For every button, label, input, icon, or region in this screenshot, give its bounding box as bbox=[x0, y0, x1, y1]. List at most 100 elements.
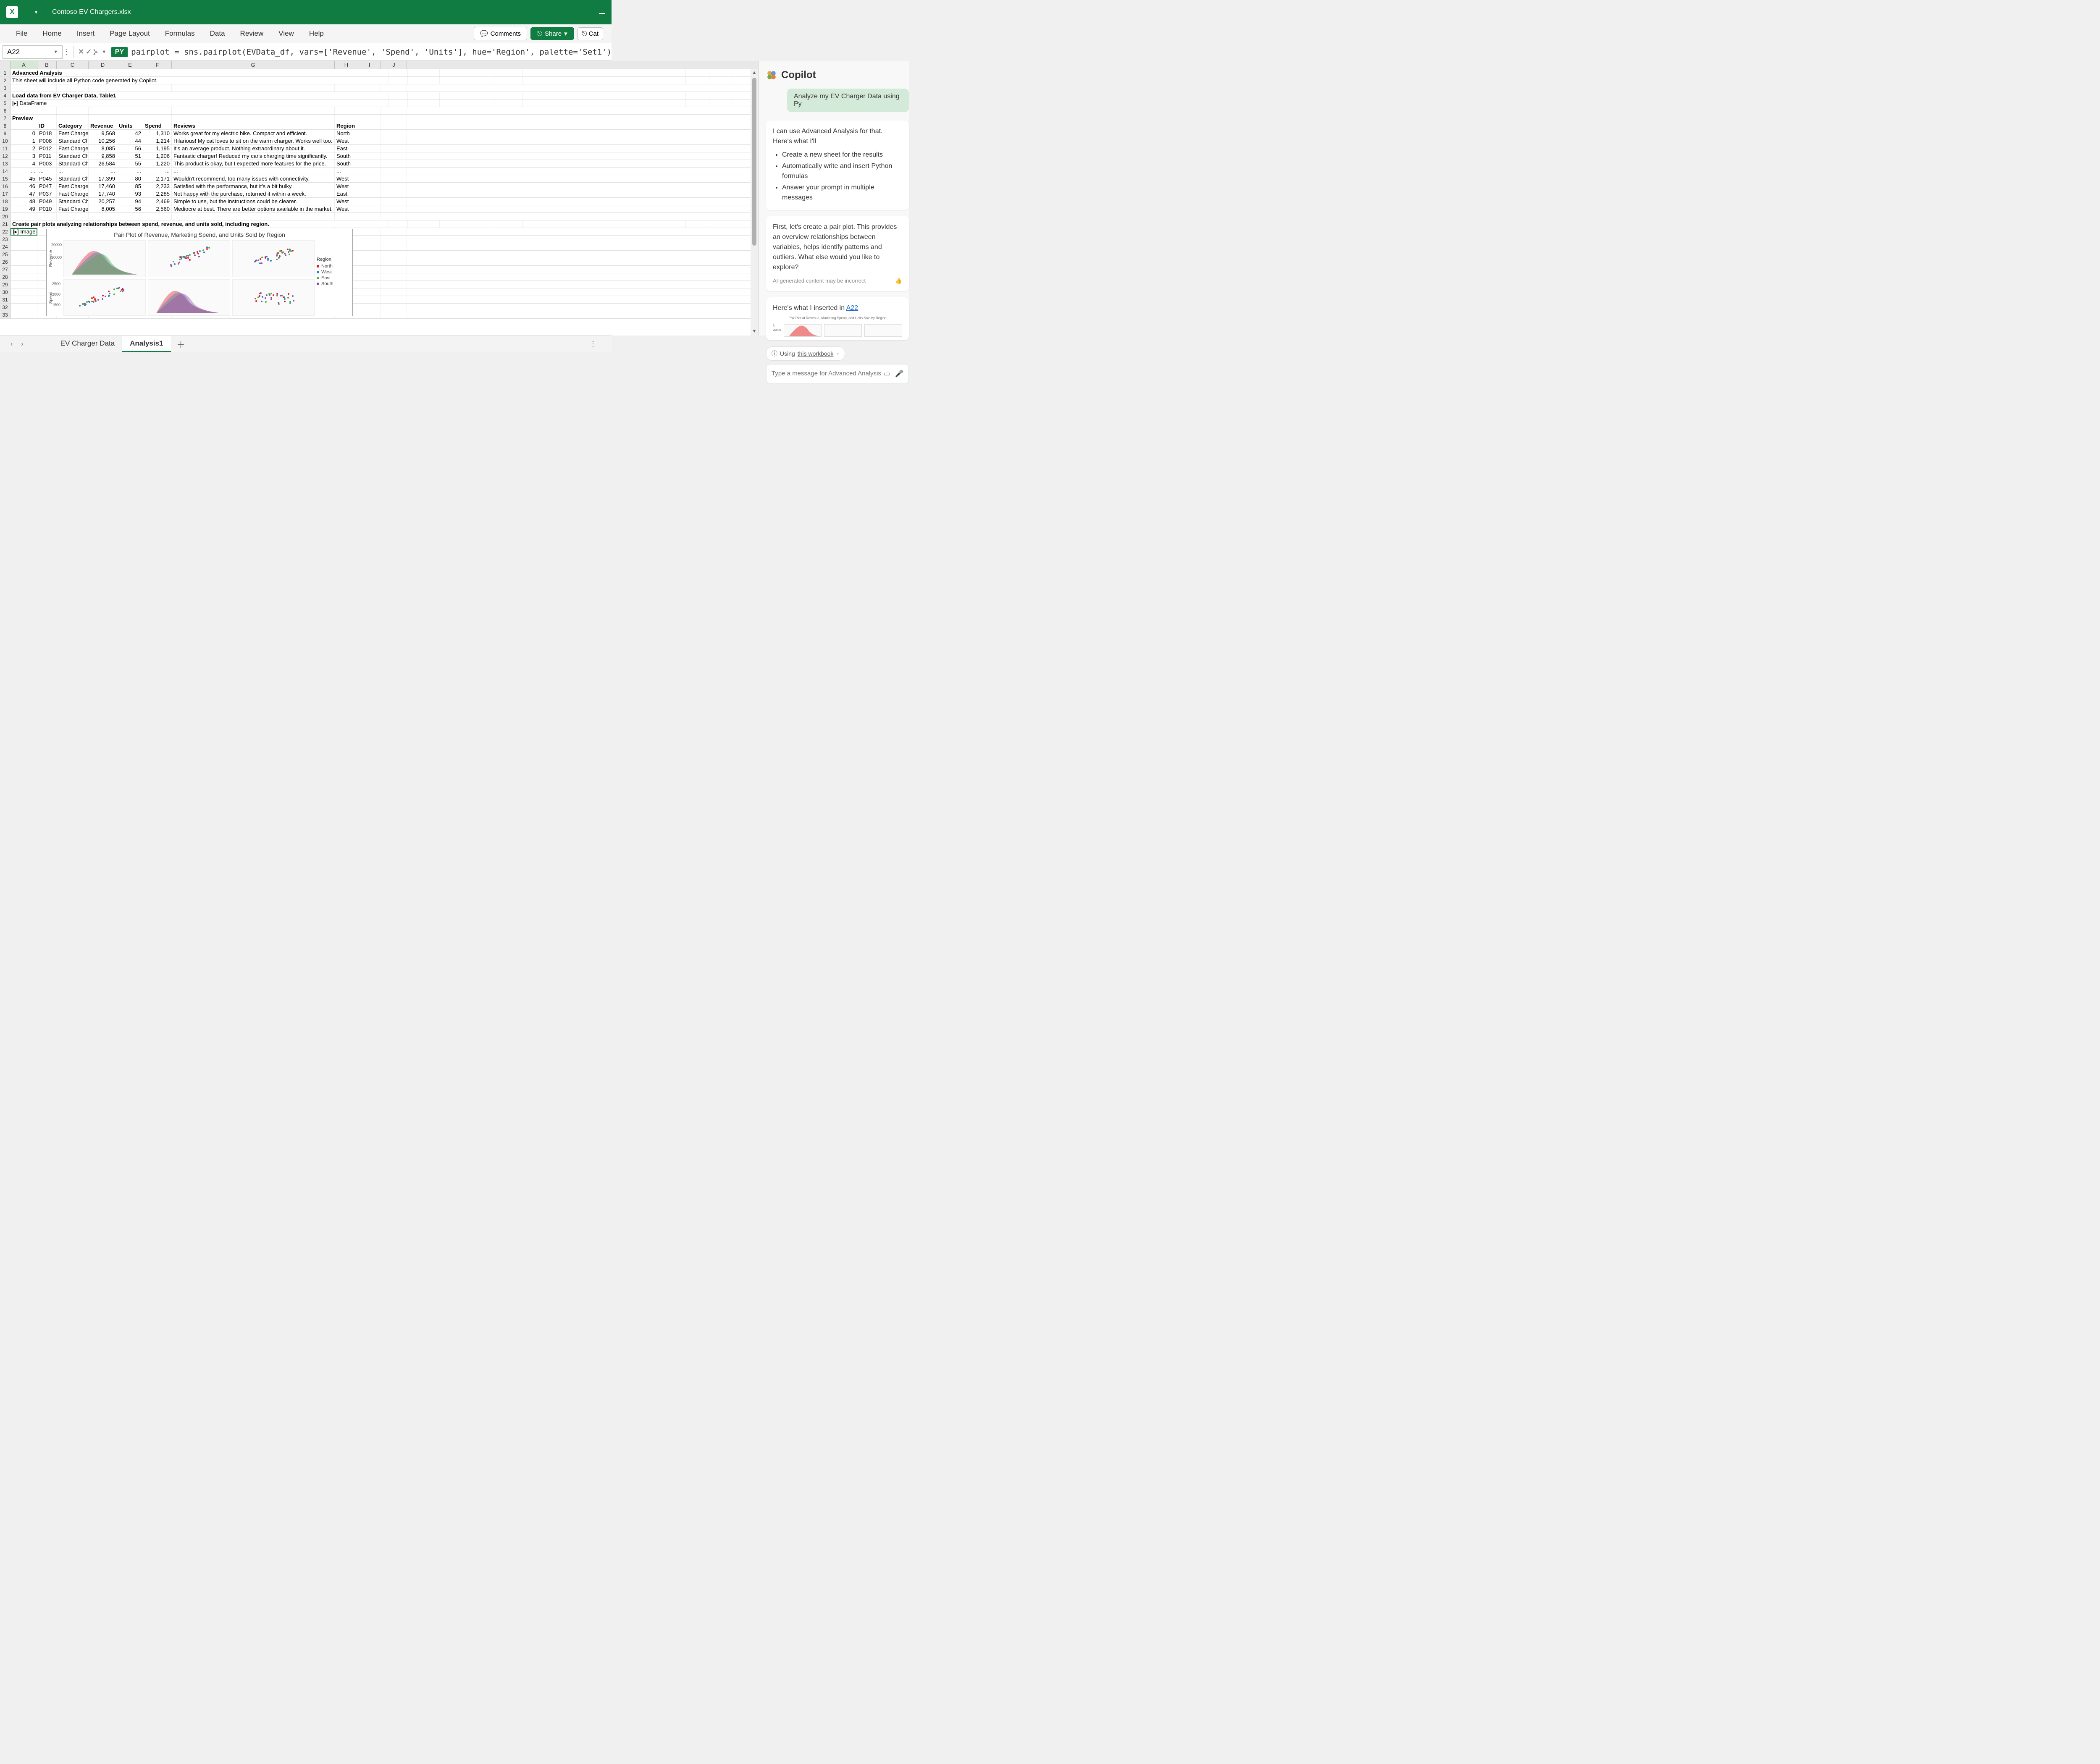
insert-function-icon[interactable] bbox=[92, 47, 100, 58]
cell[interactable] bbox=[381, 251, 407, 258]
cell[interactable]: Standard Charger bbox=[57, 175, 89, 182]
cell[interactable] bbox=[440, 77, 468, 84]
cell[interactable]: P045 bbox=[37, 175, 57, 182]
cell[interactable]: 2,560 bbox=[143, 205, 172, 212]
cell[interactable] bbox=[388, 69, 408, 76]
tab-page-layout[interactable]: Page Layout bbox=[102, 26, 157, 41]
cell[interactable] bbox=[172, 107, 335, 114]
cell[interactable]: South bbox=[335, 152, 358, 160]
cell[interactable] bbox=[172, 115, 335, 122]
row-header[interactable]: 29 bbox=[0, 281, 10, 288]
cell[interactable] bbox=[381, 137, 407, 144]
cell[interactable] bbox=[358, 266, 381, 273]
row-header[interactable]: 15 bbox=[0, 175, 10, 182]
row-header[interactable]: 28 bbox=[0, 273, 10, 280]
cell[interactable] bbox=[381, 115, 407, 122]
cell[interactable] bbox=[358, 160, 381, 167]
cell[interactable] bbox=[37, 115, 57, 122]
row-header[interactable]: 7 bbox=[0, 115, 10, 122]
row-header[interactable]: 18 bbox=[0, 198, 10, 205]
tab-formulas[interactable]: Formulas bbox=[158, 26, 202, 41]
cell[interactable] bbox=[358, 273, 381, 280]
cell[interactable] bbox=[381, 213, 407, 220]
row-header[interactable]: 4 bbox=[0, 92, 10, 99]
cell[interactable] bbox=[381, 243, 407, 250]
microphone-icon[interactable]: 🎤 bbox=[895, 370, 903, 378]
cell[interactable] bbox=[388, 220, 408, 228]
cell[interactable]: West bbox=[335, 175, 358, 182]
cell[interactable] bbox=[709, 69, 732, 76]
row-header[interactable]: 5 bbox=[0, 100, 10, 107]
comments-button[interactable]: 💬 Comments bbox=[474, 27, 527, 40]
cell[interactable]: 17,740 bbox=[89, 190, 117, 197]
column-header-h[interactable]: H bbox=[335, 61, 358, 69]
row-header[interactable]: 30 bbox=[0, 288, 10, 296]
cell[interactable] bbox=[143, 213, 172, 220]
cell[interactable]: ... bbox=[57, 168, 89, 175]
cell[interactable] bbox=[709, 77, 732, 84]
cell[interactable] bbox=[381, 145, 407, 152]
tab-data[interactable]: Data bbox=[202, 26, 233, 41]
row-header[interactable]: 14 bbox=[0, 168, 10, 175]
cell[interactable] bbox=[358, 304, 381, 311]
cell[interactable] bbox=[440, 69, 468, 76]
cell[interactable] bbox=[358, 175, 381, 182]
row-header[interactable]: 9 bbox=[0, 130, 10, 137]
add-sheet-button[interactable]: ＋ bbox=[171, 336, 191, 353]
cell[interactable]: 46 bbox=[10, 183, 37, 190]
cell[interactable]: Satisfied with the performance, but it's… bbox=[172, 183, 335, 190]
cell[interactable] bbox=[358, 213, 381, 220]
cell[interactable] bbox=[381, 296, 407, 303]
row-header[interactable]: 16 bbox=[0, 183, 10, 190]
tab-review[interactable]: Review bbox=[233, 26, 271, 41]
cell[interactable] bbox=[494, 100, 523, 107]
cell[interactable] bbox=[10, 281, 37, 288]
cell[interactable]: [▸] DataFrame bbox=[10, 100, 388, 107]
cell[interactable]: 8,085 bbox=[89, 145, 117, 152]
row-header[interactable]: 6 bbox=[0, 107, 10, 114]
cell[interactable] bbox=[381, 288, 407, 296]
notebook-icon[interactable]: ▭ bbox=[884, 370, 890, 378]
context-chip[interactable]: ⓘ Using this workbook ⌄ bbox=[766, 346, 845, 361]
cell[interactable]: [▸] Image bbox=[10, 228, 37, 236]
cell[interactable]: 48 bbox=[10, 198, 37, 205]
row-header[interactable]: 22 bbox=[0, 228, 10, 235]
cell[interactable] bbox=[709, 92, 732, 99]
cell[interactable] bbox=[686, 92, 709, 99]
cell[interactable] bbox=[57, 107, 89, 114]
cell[interactable]: Units bbox=[117, 122, 143, 129]
cell[interactable] bbox=[335, 115, 358, 122]
cell[interactable]: P008 bbox=[37, 137, 57, 144]
quick-access-dropdown[interactable]: ▾ bbox=[35, 9, 37, 15]
cell[interactable]: It's an average product. Nothing extraor… bbox=[172, 145, 335, 152]
cell[interactable] bbox=[358, 228, 381, 235]
cell[interactable]: 1,214 bbox=[143, 137, 172, 144]
cell[interactable]: Fast Charger bbox=[57, 205, 89, 212]
row-header[interactable]: 25 bbox=[0, 251, 10, 258]
cell[interactable] bbox=[358, 311, 381, 318]
cell[interactable]: 20,257 bbox=[89, 198, 117, 205]
cell[interactable] bbox=[358, 152, 381, 160]
cell[interactable]: P049 bbox=[37, 198, 57, 205]
cell[interactable] bbox=[523, 100, 686, 107]
cell[interactable]: 80 bbox=[117, 175, 143, 182]
cell[interactable]: Fast Charger bbox=[57, 145, 89, 152]
cell[interactable]: 56 bbox=[117, 145, 143, 152]
chevron-down-icon[interactable]: ▼ bbox=[53, 50, 58, 55]
cell[interactable] bbox=[10, 243, 37, 250]
cell[interactable]: Simple to use, but the instructions coul… bbox=[172, 198, 335, 205]
cell[interactable] bbox=[358, 84, 381, 92]
minimize-icon[interactable] bbox=[599, 13, 605, 14]
cell[interactable]: Advanced Analysis bbox=[10, 69, 388, 76]
cell[interactable]: Fast Charger bbox=[57, 130, 89, 137]
cell[interactable] bbox=[358, 183, 381, 190]
select-all-corner[interactable] bbox=[0, 61, 10, 69]
cell[interactable]: 49 bbox=[10, 205, 37, 212]
cell[interactable] bbox=[358, 190, 381, 197]
cell[interactable] bbox=[335, 107, 358, 114]
row-header[interactable]: 12 bbox=[0, 152, 10, 160]
row-header[interactable]: 13 bbox=[0, 160, 10, 167]
cell[interactable]: Fantastic charger! Reduced my car's char… bbox=[172, 152, 335, 160]
cell[interactable]: Fast Charger bbox=[57, 183, 89, 190]
cell[interactable] bbox=[381, 281, 407, 288]
